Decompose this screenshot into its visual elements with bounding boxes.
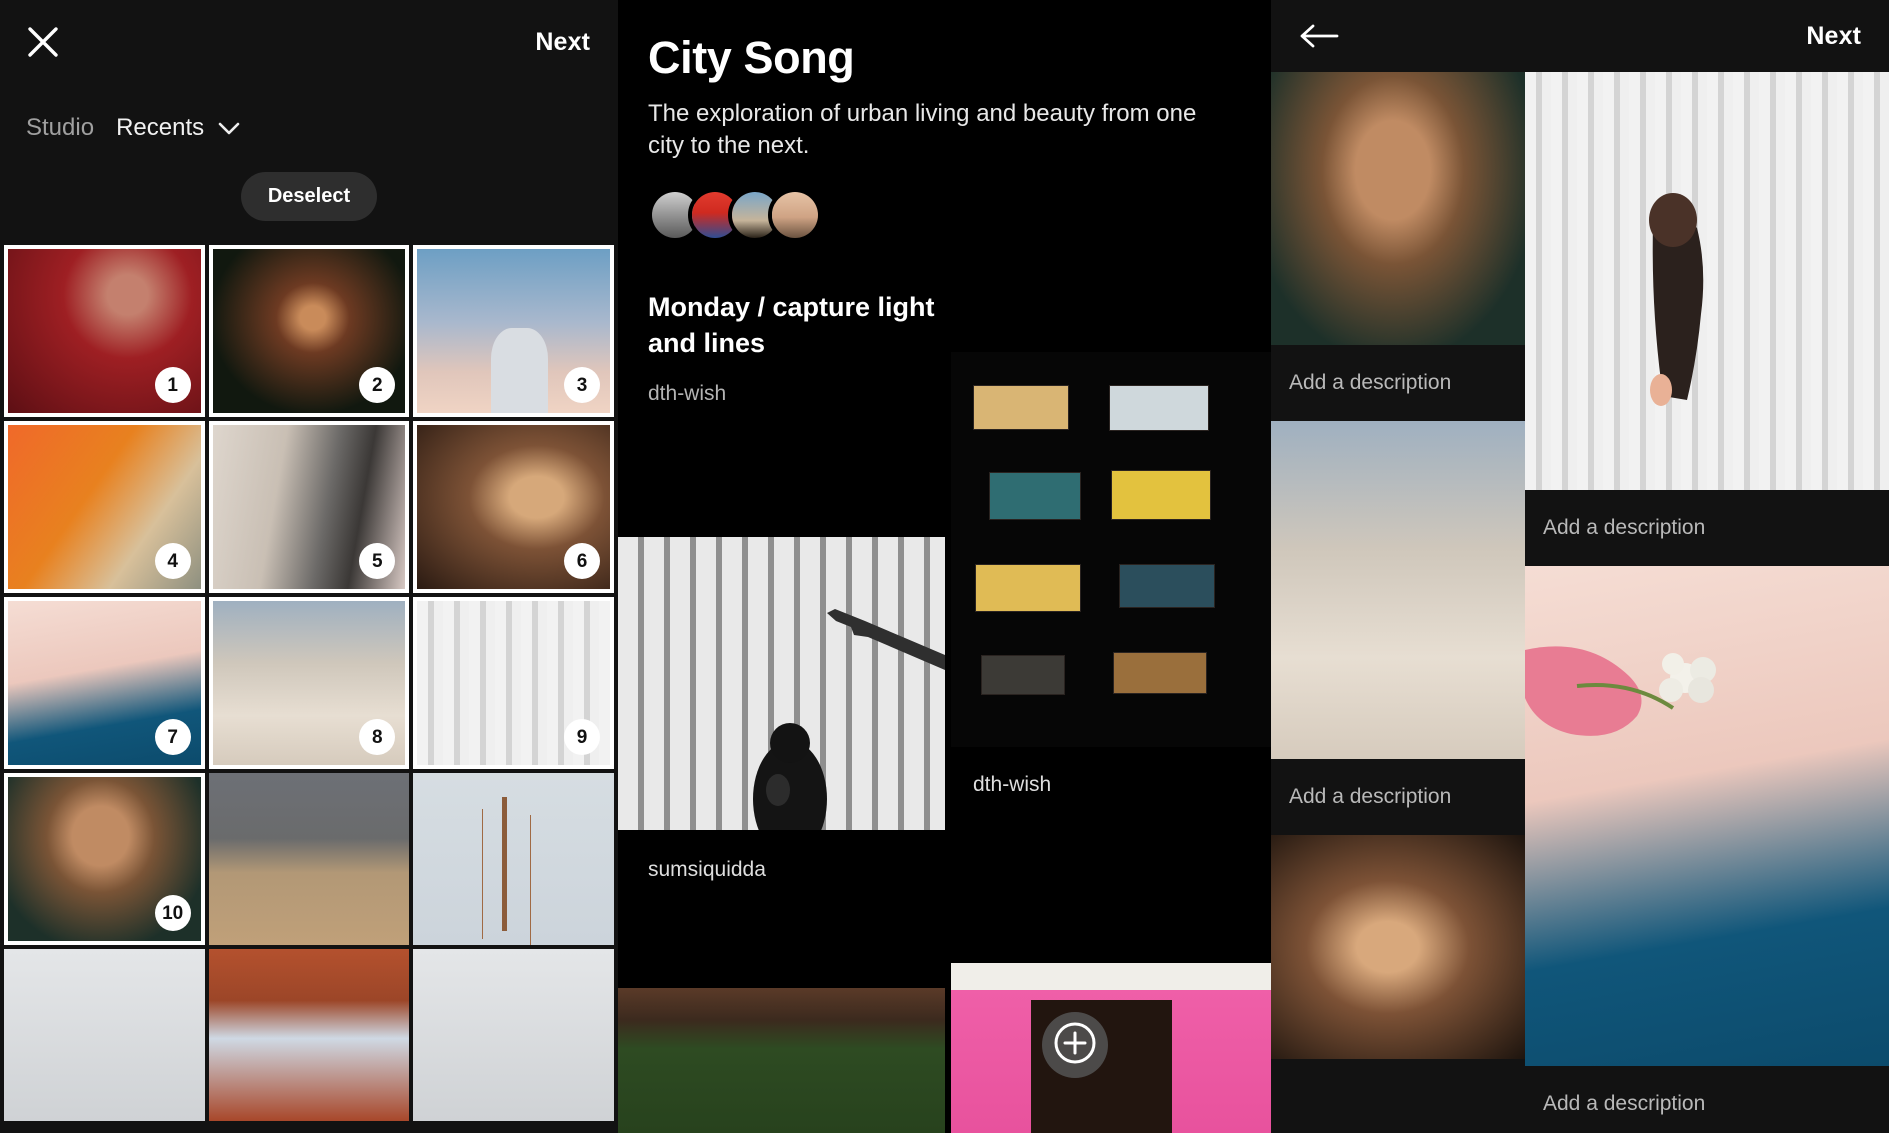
description-input[interactable]: Add a description (1525, 490, 1889, 566)
selection-order-badge: 3 (564, 367, 600, 403)
selection-order-badge: 7 (155, 719, 191, 755)
description-input[interactable]: Add a description (1271, 759, 1525, 835)
item-image[interactable] (1271, 421, 1525, 759)
editor-photo-canvas: Add a description Add a description (1271, 0, 1889, 1133)
card-caption: dth-wish (951, 747, 1271, 797)
card-image[interactable] (951, 963, 1271, 1133)
collection-detail-panel: City Song The exploration of urban livin… (618, 0, 1271, 1133)
selection-order-badge: 10 (155, 895, 191, 931)
thumbnail-image (209, 773, 410, 945)
photo-thumbnail[interactable]: 9 (413, 597, 614, 769)
editor-item[interactable]: Add a description (1271, 72, 1525, 421)
contributor-avatars[interactable] (618, 162, 1271, 242)
editor-item[interactable] (1271, 835, 1525, 1059)
thumbnail-image (209, 949, 410, 1121)
card-caption: sumsiquidda (618, 830, 945, 882)
picker-top-bar: Next (0, 0, 618, 84)
photo-thumbnail[interactable] (209, 949, 410, 1121)
thumbnail-image (4, 949, 205, 1121)
photo-thumbnail[interactable]: 5 (209, 421, 410, 593)
filter-recents-dropdown[interactable]: Recents (116, 114, 240, 142)
selection-order-badge: 9 (564, 719, 600, 755)
description-input[interactable]: Add a description (1271, 345, 1525, 421)
description-editor-panel: Next Add a description Add a description (1271, 0, 1889, 1133)
photo-thumbnail[interactable]: 2 (209, 245, 410, 417)
photo-thumbnail[interactable]: 3 (413, 245, 614, 417)
item-image[interactable] (1271, 72, 1525, 345)
editor-item[interactable]: Add a description (1525, 72, 1889, 566)
photo-thumbnail[interactable]: 8 (209, 597, 410, 769)
card-image[interactable] (618, 988, 945, 1133)
editor-column-right: Add a description (1525, 72, 1889, 1133)
collection-card[interactable] (951, 963, 1271, 1133)
selection-order-badge: 4 (155, 543, 191, 579)
photo-thumbnail[interactable]: 6 (413, 421, 614, 593)
picker-filter-row: Studio Recents (0, 84, 618, 146)
collection-title: City Song (618, 0, 1271, 84)
collection-description: The exploration of urban living and beau… (618, 84, 1271, 162)
close-icon[interactable] (26, 25, 60, 59)
photo-thumbnail[interactable]: 10 (4, 773, 205, 945)
avatar-image (772, 192, 818, 238)
card-image[interactable] (951, 352, 1271, 747)
photo-thumbnail[interactable]: 4 (4, 421, 205, 593)
editor-column-left: Add a description Add a description (1271, 72, 1525, 1059)
section-title: Monday / capture light and lines (648, 290, 948, 361)
filter-recents-label: Recents (116, 114, 204, 142)
photo-thumbnail[interactable]: 1 (4, 245, 205, 417)
collection-card[interactable] (618, 988, 945, 1133)
next-button[interactable]: Next (535, 28, 590, 57)
photo-thumbnail[interactable]: 7 (4, 597, 205, 769)
thumbnail-image (413, 773, 614, 945)
collection-card[interactable]: sumsiquidda (618, 537, 945, 882)
photo-thumbnail-grid: 12 3 45 6 78 9 10 (0, 245, 618, 1121)
card-image[interactable] (618, 537, 945, 830)
editor-item[interactable]: Add a description (1271, 421, 1525, 835)
selection-order-badge: 1 (155, 367, 191, 403)
photo-thumbnail[interactable] (413, 773, 614, 945)
thumbnail-image (413, 949, 614, 1121)
deselect-row: Deselect (0, 146, 618, 221)
photo-thumbnail[interactable] (209, 773, 410, 945)
photo-thumbnail[interactable] (413, 949, 614, 1121)
item-image[interactable] (1525, 72, 1889, 490)
photo-thumbnail[interactable] (4, 949, 205, 1121)
filter-studio[interactable]: Studio (26, 114, 94, 142)
three-panel-screen: Next Studio Recents Deselect 12 3 45 6 78 9 10… (0, 0, 1889, 1133)
editor-item[interactable]: Add a description (1525, 566, 1889, 1133)
item-image[interactable] (1525, 566, 1889, 1066)
selection-order-badge: 6 (564, 543, 600, 579)
avatar[interactable] (768, 188, 822, 242)
item-image[interactable] (1271, 835, 1525, 1059)
description-input[interactable]: Add a description (1525, 1066, 1889, 1133)
collection-card[interactable]: dth-wish (951, 352, 1271, 797)
chevron-down-icon (218, 122, 240, 135)
photo-picker-panel: Next Studio Recents Deselect 12 3 45 6 78 9 10 (0, 0, 618, 1133)
deselect-button[interactable]: Deselect (241, 172, 377, 221)
